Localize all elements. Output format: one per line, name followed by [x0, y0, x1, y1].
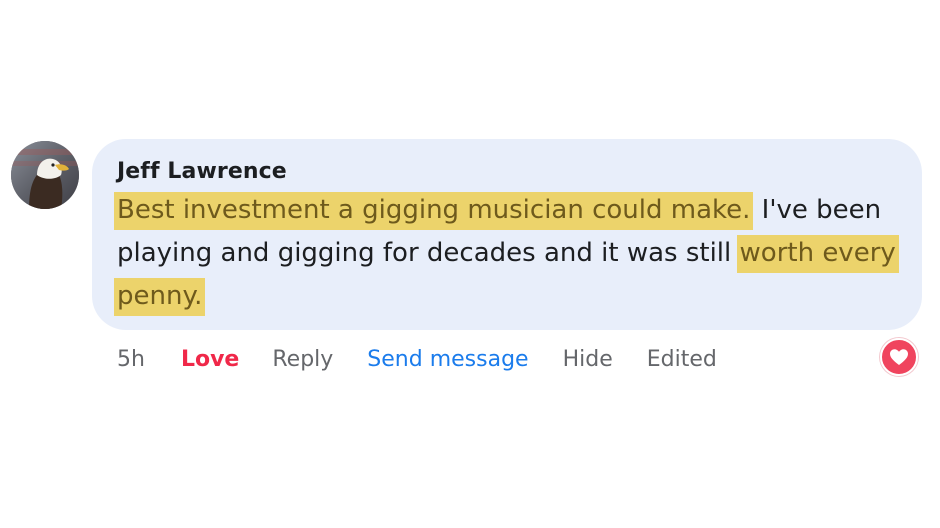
- comment-container: Jeff Lawrence Best investment a gigging …: [0, 0, 940, 528]
- hide-button[interactable]: Hide: [563, 347, 613, 372]
- timestamp[interactable]: 5h: [117, 347, 145, 372]
- avatar[interactable]: [11, 141, 79, 209]
- eagle-avatar-icon: [11, 141, 79, 209]
- love-reaction-badge[interactable]: [880, 338, 918, 376]
- reply-button[interactable]: Reply: [272, 347, 333, 372]
- comment-bubble: Jeff Lawrence Best investment a gigging …: [92, 139, 922, 330]
- comment-author[interactable]: Jeff Lawrence: [117, 159, 287, 184]
- edited-label[interactable]: Edited: [647, 347, 717, 372]
- send-message-button[interactable]: Send message: [367, 347, 528, 372]
- comment-text: Best investment a gigging musician could…: [114, 189, 907, 318]
- love-button[interactable]: Love: [181, 347, 239, 372]
- heart-icon: [890, 349, 908, 365]
- highlighted-text: Best investment a gigging musician could…: [114, 192, 754, 230]
- comment-actions: 5h Love Reply Send message Hide Edited: [117, 344, 717, 374]
